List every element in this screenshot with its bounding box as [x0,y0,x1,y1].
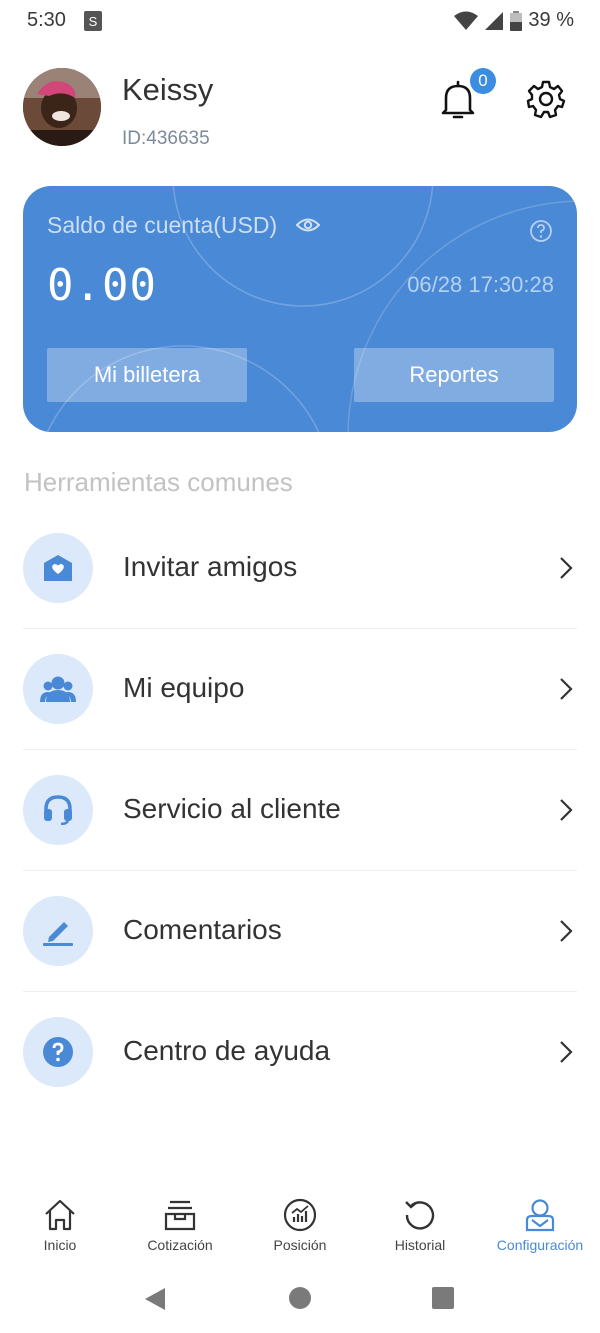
menu-label: Comentarios [123,914,282,945]
gear-icon [526,80,566,119]
balance-amount: 0.00 [47,260,157,311]
tab-label: Inicio [43,1237,77,1253]
chart-circle-icon [283,1198,317,1232]
tab-cotizacion[interactable]: Cotización [120,1192,240,1272]
shopping-bag-icon: S [84,11,102,31]
chevron-right-icon [560,799,573,821]
eye-icon[interactable] [296,216,320,234]
status-time: 5:30 [27,9,66,31]
tab-inicio[interactable]: Inicio [0,1192,120,1272]
menu-label: Centro de ayuda [123,1035,331,1066]
chevron-right-icon [560,557,573,579]
battery-percent: 39 % [528,9,574,31]
tab-historial[interactable]: Historial [360,1192,480,1272]
balance-timestamp: 06/28 17:30:28 [407,272,554,297]
tab-configuracion[interactable]: Configuración [480,1192,600,1272]
menu-item-help-center[interactable]: Centro de ayuda [23,992,577,1112]
back-icon[interactable] [144,1287,166,1311]
inbox-icon [164,1200,196,1231]
reports-button[interactable]: Reportes [354,348,554,402]
settings-button[interactable] [526,79,566,119]
menu-item-customer-service[interactable]: Servicio al cliente [23,750,577,871]
home-icon [45,1199,75,1231]
pen-icon [23,896,93,966]
user-settings-icon [525,1199,555,1232]
invite-envelope-icon [23,533,93,603]
menu-item-my-team[interactable]: Mi equipo [23,629,577,750]
menu-label: Servicio al cliente [123,793,341,824]
team-icon [23,654,93,724]
notification-badge: 0 [470,68,496,94]
headset-icon [23,775,93,845]
chevron-right-icon [560,920,573,942]
section-title: Herramientas comunes [24,467,293,497]
system-nav-bar [0,1272,600,1333]
user-name: Keissy [122,72,214,107]
menu-item-comments[interactable]: Comentarios [23,871,577,992]
avatar[interactable] [23,68,101,146]
user-id: ID:436635 [122,128,210,149]
bottom-tab-bar: Inicio Cotización Posición Historial Con… [0,1192,600,1272]
tab-label: Posición [273,1237,327,1253]
tab-label: Configuración [496,1237,584,1253]
help-circle-icon [23,1017,93,1087]
question-icon[interactable] [529,219,553,243]
tools-menu: Invitar amigos Mi equipo Servicio al cli… [23,508,577,1112]
tab-label: Historial [394,1237,446,1253]
battery-icon [510,10,523,31]
wifi-icon [454,11,479,30]
menu-label: Mi equipo [123,672,245,703]
balance-title: Saldo de cuenta(USD) [47,212,278,238]
menu-label: Invitar amigos [123,551,298,582]
menu-item-invite-friends[interactable]: Invitar amigos [23,508,577,629]
tab-label: Cotización [147,1237,213,1253]
tab-posicion[interactable]: Posición [240,1192,360,1272]
recent-apps-button[interactable] [432,1287,454,1309]
status-bar: 5:30 S 39 % [0,0,600,44]
chevron-right-icon [560,1041,573,1063]
home-button[interactable] [289,1287,311,1309]
history-icon [405,1201,435,1230]
wallet-button[interactable]: Mi billetera [47,348,247,402]
balance-card: Saldo de cuenta(USD) 0.00 06/28 17:30:28… [23,186,577,432]
chevron-right-icon [560,678,573,700]
signal-icon [485,11,504,30]
